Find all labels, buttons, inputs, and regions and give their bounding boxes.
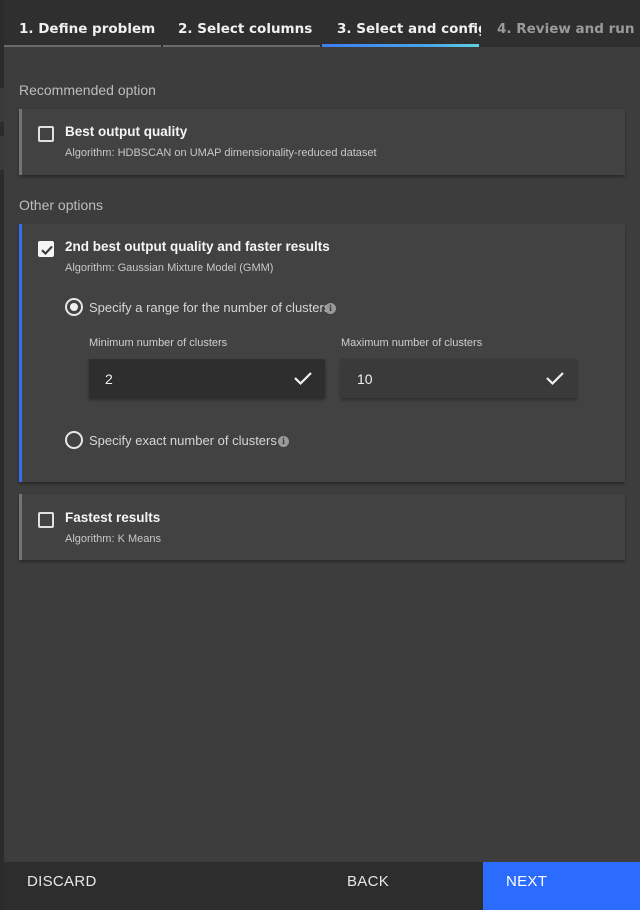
option-card-best-quality[interactable]: Best output quality Algorithm: HDBSCAN o… xyxy=(19,109,625,175)
option-algorithm: Algorithm: Gaussian Mixture Model (GMM) xyxy=(65,262,274,274)
tab-review-and-run[interactable]: 4. Review and run xyxy=(481,0,640,47)
checkmark-icon xyxy=(41,245,53,256)
exact-radio[interactable] xyxy=(65,431,83,449)
range-radio-label: Specify a range for the number of cluste… xyxy=(89,300,331,315)
fastest-checkbox[interactable] xyxy=(38,512,54,528)
confirm-check-icon xyxy=(294,372,312,386)
tab-underline xyxy=(4,45,161,47)
range-radio[interactable] xyxy=(65,298,83,316)
option-card-second-best[interactable]: 2nd best output quality and faster resul… xyxy=(19,224,625,482)
option-algorithm: Algorithm: HDBSCAN on UMAP dimensionalit… xyxy=(65,147,377,159)
second-best-checkbox[interactable] xyxy=(38,241,54,257)
tab-label: 1. Define problem xyxy=(19,21,156,37)
tab-label: 4. Review and run xyxy=(497,21,635,37)
recommended-section-title: Recommended option xyxy=(19,82,156,98)
min-clusters-value: 2 xyxy=(105,371,113,387)
tab-select-and-configure[interactable]: 3. Select and config... xyxy=(322,0,481,47)
tab-select-columns[interactable]: 2. Select columns xyxy=(163,0,322,47)
back-button[interactable]: BACK xyxy=(347,862,389,910)
option-title: Fastest results xyxy=(65,510,161,525)
min-clusters-label: Minimum number of clusters xyxy=(89,337,228,349)
discard-button[interactable]: DISCARD xyxy=(27,862,97,910)
step-tabs: 1. Define problem 2. Select columns 3. S… xyxy=(4,0,640,47)
next-button[interactable]: NEXT xyxy=(483,862,640,910)
exact-radio-label: Specify exact number of clusters xyxy=(89,433,277,448)
option-title: Best output quality xyxy=(65,124,188,139)
left-edge-mark xyxy=(0,88,4,122)
option-card-fastest[interactable]: Fastest results Algorithm: K Means xyxy=(19,494,625,560)
other-section-title: Other options xyxy=(19,197,104,213)
radio-selected-dot xyxy=(70,303,78,311)
info-icon[interactable]: i xyxy=(325,303,336,314)
max-clusters-input[interactable]: 10 xyxy=(341,359,577,398)
tab-underline xyxy=(163,45,320,47)
max-clusters-label: Maximum number of clusters xyxy=(341,337,483,349)
option-title: 2nd best output quality and faster resul… xyxy=(65,239,330,254)
info-icon[interactable]: i xyxy=(278,436,289,447)
option-algorithm: Algorithm: K Means xyxy=(65,533,161,545)
footer-bar: DISCARD BACK NEXT xyxy=(4,862,640,910)
max-clusters-value: 10 xyxy=(357,371,373,387)
min-clusters-input[interactable]: 2 xyxy=(89,359,325,398)
tab-label: 3. Select and config... xyxy=(337,21,481,37)
left-edge-mark xyxy=(0,136,4,170)
tab-active-underline xyxy=(322,44,479,47)
tab-label: 2. Select columns xyxy=(178,21,313,37)
tab-define-problem[interactable]: 1. Define problem xyxy=(4,0,163,47)
left-edge-strip xyxy=(0,0,4,910)
confirm-check-icon xyxy=(546,372,564,386)
best-quality-checkbox[interactable] xyxy=(38,126,54,142)
